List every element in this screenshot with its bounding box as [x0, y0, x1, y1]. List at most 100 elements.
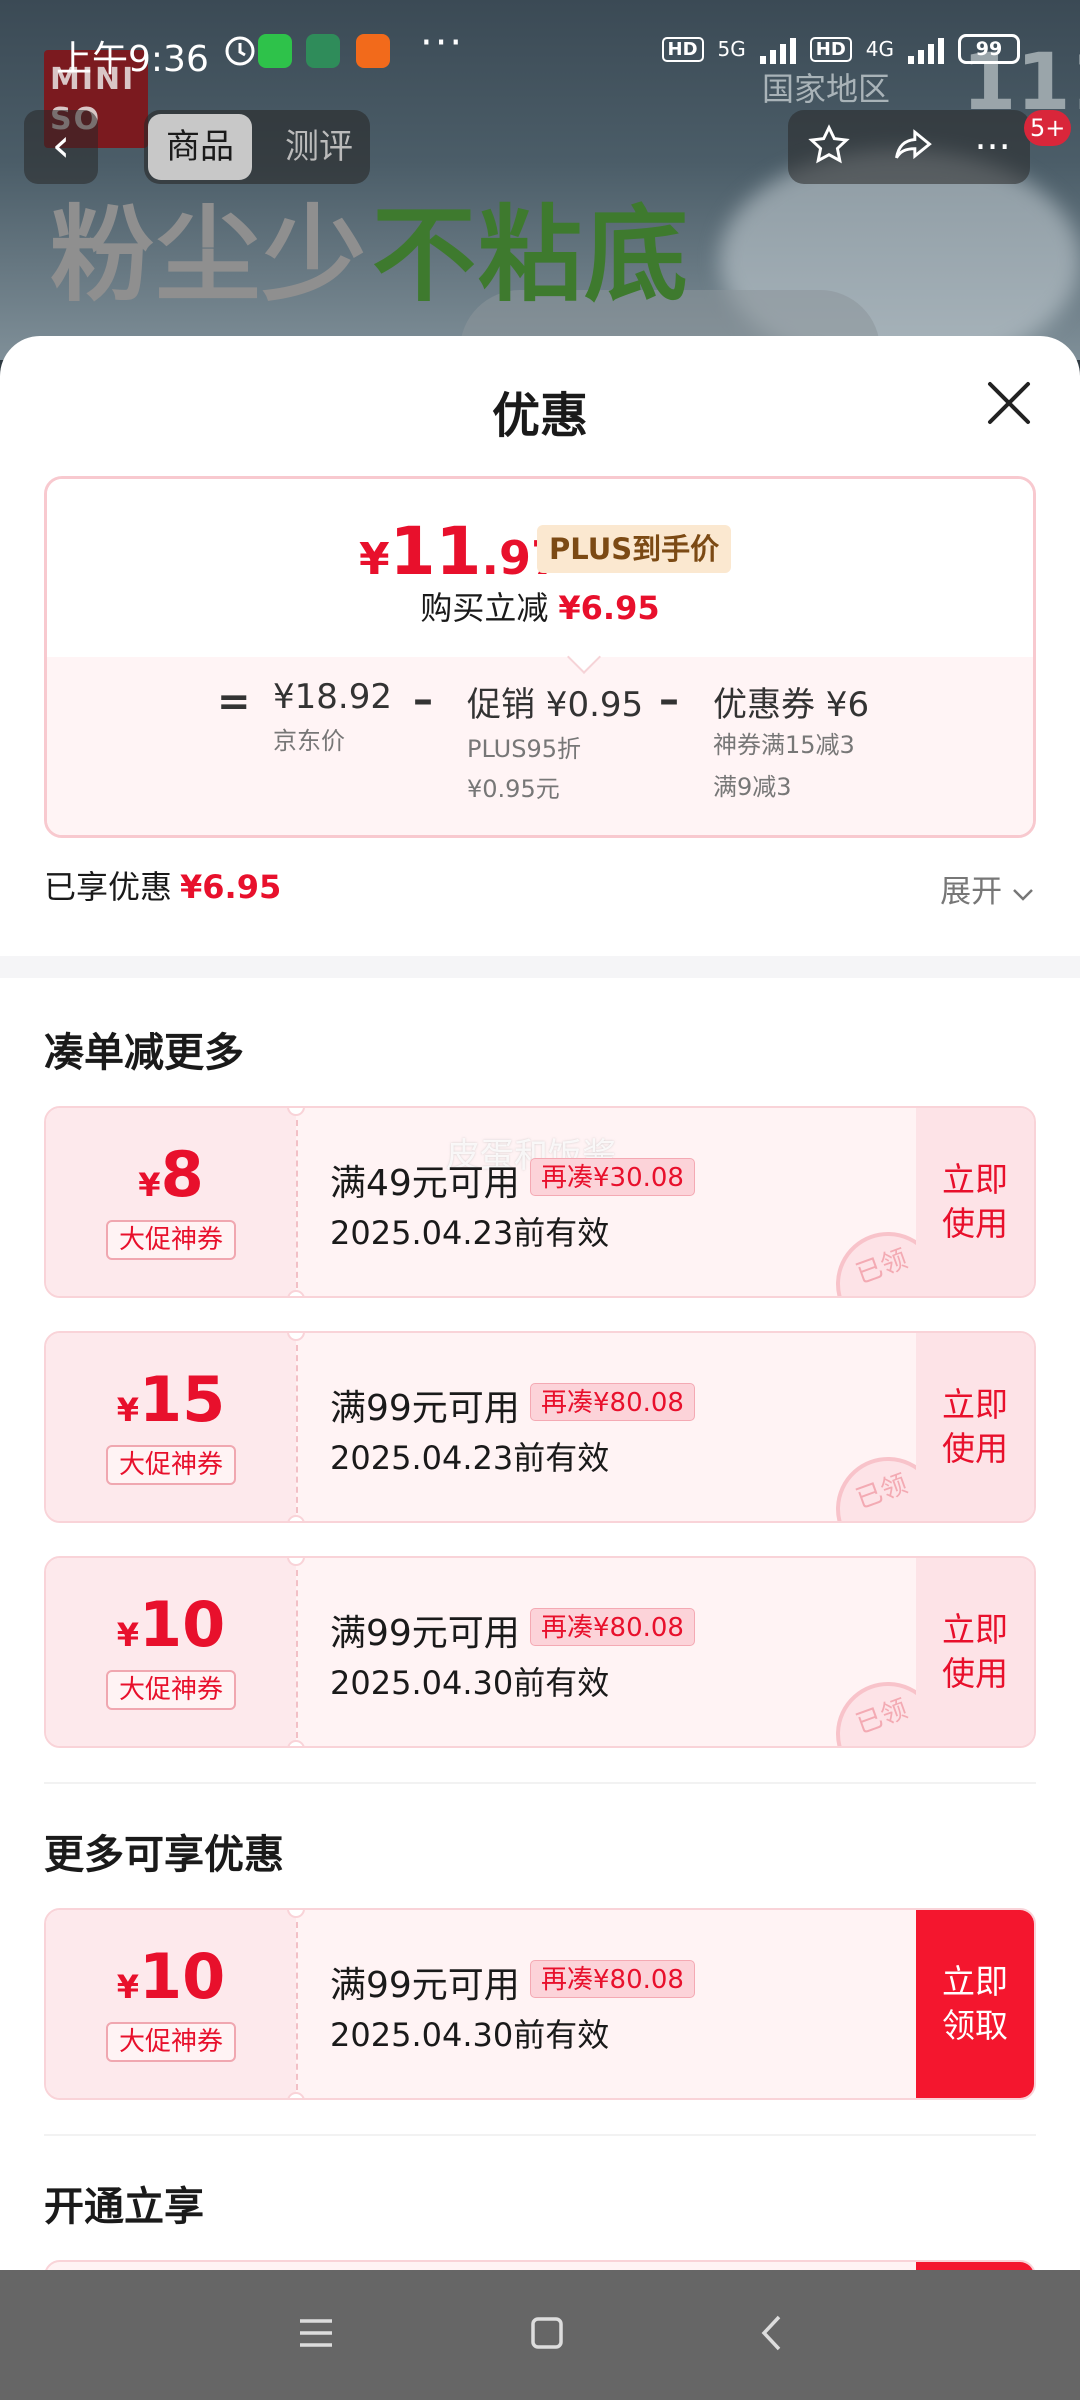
discount-sheet: 优惠 ¥11.97 PLUS到手价 购买立减 ¥6.95 = ¥18.92 京东价… — [0, 336, 1080, 2270]
coupon-dashed-divider — [296, 1345, 298, 1513]
coupon-currency: ¥ — [138, 1166, 161, 1204]
status-time: 上午9:36 — [56, 39, 209, 80]
menu-icon[interactable] — [296, 2316, 336, 2354]
tab-switcher: 商品 测评 — [144, 110, 370, 184]
coupon-type-tag: 大促神券 — [106, 1220, 236, 1260]
coupon-dashed-divider — [296, 1120, 298, 1288]
button-line-1: 立即 — [942, 1962, 1008, 2001]
coupon-expiry: 2025.04.23前有效 — [330, 1214, 610, 1252]
coupon-amount-value: 10 — [138, 1588, 226, 1661]
coupon-condition: 满99元可用 — [330, 1388, 520, 1429]
coupon-amount-value: 8 — [160, 1138, 204, 1211]
coupon-notch-bottom — [287, 1740, 305, 1746]
close-icon[interactable] — [984, 378, 1034, 428]
nav-actions: ··· — [788, 110, 1030, 184]
coupon-type-tag: 大促神券 — [106, 1445, 236, 1485]
coupon-button-partial[interactable] — [916, 2262, 1034, 2270]
price-summary-top: ¥11.97 PLUS到手价 购买立减 ¥6.95 — [47, 479, 1033, 657]
price-summary-card: ¥11.97 PLUS到手价 购买立减 ¥6.95 = ¥18.92 京东价 – … — [44, 476, 1036, 838]
coupon-amount-value: 15 — [138, 1363, 226, 1436]
claim-coupon-button[interactable]: 立即 领取 — [916, 1910, 1034, 2098]
coupon-add-more-tag: 再凑¥80.08 — [530, 1960, 695, 1998]
minus-sign-2: – — [659, 677, 679, 723]
enjoyed-label: 已享优惠 — [44, 868, 173, 906]
coupon-card: ¥10 大促神券 满99元可用 再凑¥80.08 2025.04.30前有效 已… — [44, 1556, 1036, 1748]
reduction-label: 购买立减 — [420, 589, 549, 627]
message-badge: 5+ — [1024, 110, 1072, 146]
banner-headline-green: 不粘底 — [372, 194, 691, 316]
coupon-card: ¥10 大促神券 满99元可用 再凑¥80.08 2025.04.30前有效 立… — [44, 1908, 1036, 2100]
mi-icon — [356, 34, 390, 68]
system-navigation-bar — [0, 2270, 1080, 2400]
button-line-2: 使用 — [942, 1429, 1008, 1468]
jd-price-label: 京东价 — [273, 727, 345, 755]
wechat-icon — [258, 34, 292, 68]
coupon-notch-bottom — [287, 1290, 305, 1296]
enjoyed-value: ¥6.95 — [180, 868, 282, 906]
use-coupon-button[interactable]: 立即 使用 — [916, 1333, 1034, 1521]
section-divider — [0, 956, 1080, 978]
status-bar: 上午9:36 ··· HD 5G HD 4G 99 — [0, 0, 1080, 100]
button-line-1: 立即 — [942, 1610, 1008, 1649]
tab-goods[interactable]: 商品 — [148, 114, 252, 180]
coupon-dashed-divider — [296, 1570, 298, 1738]
battery-icon: 99 — [958, 34, 1020, 64]
coupon-dashed-divider — [296, 1922, 298, 2090]
price-breakdown: = ¥18.92 京东价 – 促销 ¥0.95 PLUS95折 ¥0.95元 –… — [47, 657, 1033, 835]
banner-headline-gray: 粉尘少 — [50, 194, 369, 316]
expand-label: 展开 — [940, 874, 1003, 910]
share-icon[interactable] — [890, 123, 936, 171]
enjoyed-discount: 已享优惠 ¥6.95 — [44, 862, 281, 908]
coupon-card: ¥8 大促神券 皮蛋和饭酱 满49元可用 再凑¥30.08 2025.04.23… — [44, 1106, 1036, 1298]
chevron-down-icon — [1012, 874, 1034, 910]
system-back-icon[interactable] — [758, 2313, 784, 2357]
coupon-amount: ¥10 — [46, 1940, 296, 2013]
coupon-condition: 满49元可用 — [330, 1163, 520, 1204]
final-price-currency: ¥ — [359, 534, 390, 585]
coupon-value: 优惠券 ¥6 — [713, 685, 870, 725]
purchase-reduction: 购买立减 ¥6.95 — [47, 583, 1033, 629]
network-4g-label: 4G — [865, 37, 894, 61]
signal-icon — [759, 34, 796, 64]
status-right: HD 5G HD 4G 99 — [661, 34, 1020, 64]
use-coupon-button[interactable]: 立即 使用 — [916, 1108, 1034, 1296]
coupon-notch-bottom — [287, 2092, 305, 2098]
coupon-amount-value: 10 — [138, 1940, 226, 2013]
coupon-condition: 满99元可用 — [330, 1965, 520, 2006]
tab-review[interactable]: 测评 — [274, 110, 364, 184]
alarm-icon — [222, 32, 256, 66]
button-line-2: 领取 — [942, 2006, 1008, 2045]
coupon-add-more-tag: 再凑¥80.08 — [530, 1608, 695, 1646]
coupon-expiry: 2025.04.23前有效 — [330, 1439, 610, 1477]
coupon-condition: 满99元可用 — [330, 1613, 520, 1654]
hd-icon: HD — [661, 36, 704, 62]
coupon-amount: ¥15 — [46, 1363, 296, 1436]
use-coupon-button[interactable]: 立即 使用 — [916, 1558, 1034, 1746]
coupon-add-more-tag: 再凑¥80.08 — [530, 1383, 695, 1421]
coupon-type-tag: 大促神券 — [106, 2022, 236, 2062]
section-title-more-discount: 凑单减更多 — [44, 1030, 244, 1076]
jd-price-value: ¥18.92 — [273, 677, 392, 717]
coupon-currency: ¥ — [116, 1968, 139, 2006]
sheet-title: 优惠 — [491, 388, 588, 444]
section-divider-thin — [44, 2134, 1036, 2136]
coupon-currency: ¥ — [116, 1391, 139, 1429]
coupon-notch-bottom — [287, 1515, 305, 1521]
signal-icon-2 — [908, 34, 944, 64]
expand-button[interactable]: 展开 — [940, 866, 1034, 911]
button-line-2: 使用 — [942, 1204, 1008, 1243]
section-divider-thin — [44, 1782, 1036, 1784]
coupon-expiry: 2025.04.30前有效 — [330, 1664, 610, 1702]
product-nav-bar: ‹ 商品 测评 ··· 5+ — [0, 110, 1080, 190]
star-icon[interactable] — [807, 123, 851, 171]
button-line-1: 立即 — [942, 1160, 1008, 1199]
network-5g-label: 5G — [717, 37, 746, 61]
coupon-card: ¥15 大促神券 满99元可用 再凑¥80.08 2025.04.23前有效 已… — [44, 1331, 1036, 1523]
more-icon[interactable]: ··· — [974, 128, 1010, 166]
back-arrow-icon[interactable]: ‹ — [24, 110, 98, 184]
button-line-2: 使用 — [942, 1654, 1008, 1693]
hd-icon-2: HD — [809, 36, 852, 62]
home-icon[interactable] — [529, 2315, 565, 2355]
final-price: ¥11.97 — [359, 513, 563, 590]
equals-sign: = — [217, 679, 251, 725]
